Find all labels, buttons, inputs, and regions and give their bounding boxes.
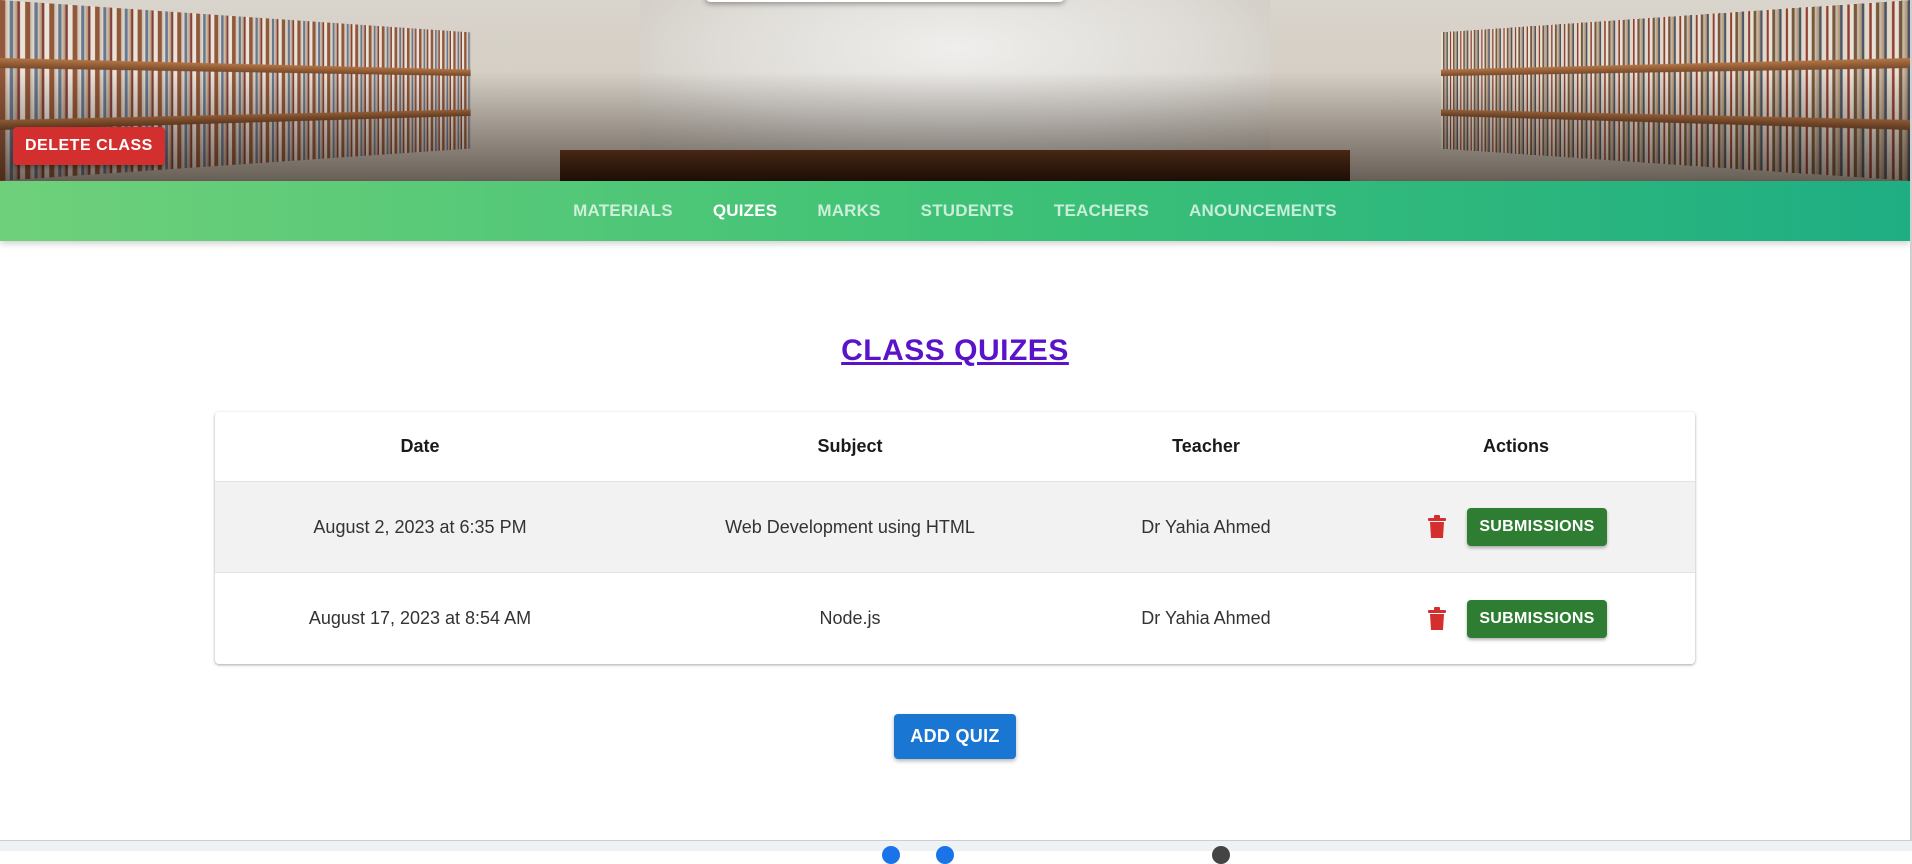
quiz-date: August 17, 2023 at 8:54 AM <box>308 608 532 628</box>
quiz-subject: Web Development using HTML <box>725 516 975 537</box>
tab-teachers[interactable]: TEACHERS <box>1034 201 1169 221</box>
taskbar-app-icon[interactable] <box>882 846 900 864</box>
column-header-date: Date <box>400 436 440 456</box>
delete-class-button[interactable]: DELETE CLASS <box>13 127 165 165</box>
submissions-button[interactable]: SUBMISSIONS <box>1467 508 1607 546</box>
trash-icon[interactable] <box>1425 513 1449 541</box>
bottom-taskbar <box>0 840 1912 864</box>
quiz-subject: Node.js <box>819 608 881 628</box>
tab-marks[interactable]: MARKS <box>797 201 900 221</box>
add-quiz-button[interactable]: ADD QUIZ <box>894 714 1016 759</box>
table-header-row: Date Subject Teacher Actions <box>215 412 1695 482</box>
page-title: CLASS QUIZES <box>841 334 1069 367</box>
column-header-subject: Subject <box>817 436 883 456</box>
tab-anouncements[interactable]: ANOUNCEMENTS <box>1169 201 1357 221</box>
table-row: August 17, 2023 at 8:54 AM Node.js Dr Ya… <box>215 573 1695 664</box>
taskbar-app-icon[interactable] <box>936 846 954 864</box>
table-row: August 2, 2023 at 6:35 PM Web Developmen… <box>215 482 1695 573</box>
tab-materials[interactable]: MATERIALS <box>553 201 693 221</box>
tab-quizes[interactable]: QUIZES <box>693 201 798 221</box>
top-tab <box>705 0 1065 2</box>
column-header-teacher: Teacher <box>1172 436 1240 456</box>
row-actions: SUBMISSIONS <box>1337 508 1695 546</box>
quiz-teacher: Dr Yahia Ahmed <box>1141 608 1271 628</box>
trash-icon[interactable] <box>1425 605 1449 633</box>
class-nav-bar: MATERIALS QUIZES MARKS STUDENTS TEACHERS… <box>0 181 1910 241</box>
column-header-actions: Actions <box>1482 436 1549 456</box>
quiz-date: August 2, 2023 at 6:35 PM <box>313 516 527 537</box>
taskbar-app-icon[interactable] <box>1212 846 1230 864</box>
tab-students[interactable]: STUDENTS <box>901 201 1034 221</box>
quiz-teacher: Dr Yahia Ahmed <box>1141 516 1271 537</box>
submissions-button[interactable]: SUBMISSIONS <box>1467 599 1607 638</box>
row-actions: SUBMISSIONS <box>1337 599 1695 638</box>
header-banner: DELETE CLASS <box>0 0 1912 181</box>
quizzes-table: Date Subject Teacher Actions August 2, 2… <box>215 412 1695 664</box>
